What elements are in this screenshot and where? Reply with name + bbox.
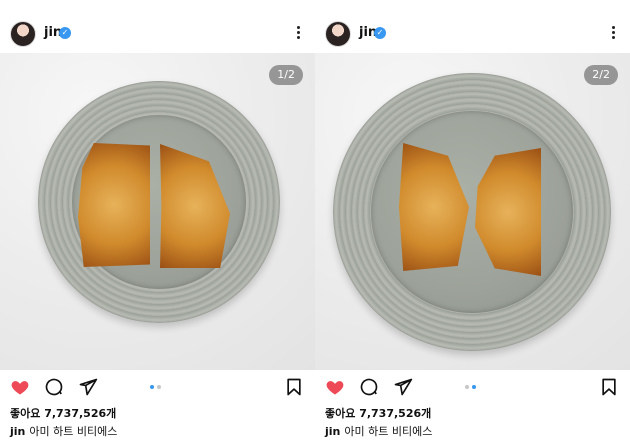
post-header: jin ✓: [315, 20, 630, 48]
profile-avatar[interactable]: [325, 21, 351, 47]
heart-icon[interactable]: [325, 377, 345, 397]
verified-badge-icon: ✓: [374, 27, 386, 39]
carousel-dot-2: [472, 385, 476, 389]
likes-count[interactable]: 좋아요 7,737,526개: [325, 405, 431, 421]
bookmark-icon[interactable]: [284, 377, 304, 397]
post-card: jin ✓ 1/2 좋아요 7,737,526개 jin 아미 하트 비티에스: [0, 0, 315, 440]
post-feed: jin ✓ 1/2 좋아요 7,737,526개 jin 아미 하트 비티에스 …: [0, 0, 630, 440]
likes-count[interactable]: 좋아요 7,737,526개: [10, 405, 116, 421]
action-bar: [0, 374, 315, 400]
verified-badge-icon: ✓: [59, 27, 71, 39]
caption-username[interactable]: jin: [10, 425, 25, 438]
post-header: jin ✓: [0, 20, 315, 48]
heart-icon[interactable]: [10, 377, 30, 397]
caption: jin 아미 하트 비티에스: [325, 423, 432, 439]
slide-counter: 2/2: [584, 65, 618, 85]
caption-username[interactable]: jin: [325, 425, 340, 438]
more-icon[interactable]: [295, 24, 301, 42]
profile-avatar[interactable]: [10, 21, 36, 47]
comment-icon[interactable]: [44, 377, 64, 397]
carousel-dot-2: [157, 385, 161, 389]
carousel-dots: [465, 385, 479, 389]
caption-text: 아미 하트 비티에스: [29, 425, 118, 438]
caption-text: 아미 하트 비티에스: [344, 425, 433, 438]
carousel-dot-1: [465, 385, 469, 389]
post-photo[interactable]: 1/2: [0, 53, 315, 370]
bookmark-icon[interactable]: [599, 377, 619, 397]
toast-left: [78, 143, 150, 267]
action-bar: [315, 374, 630, 400]
more-icon[interactable]: [610, 24, 616, 42]
carousel-dot-1: [150, 385, 154, 389]
post-card: jin ✓ 2/2 좋아요 7,737,526개 jin 아미 하트 비티에스: [315, 0, 630, 440]
comment-icon[interactable]: [359, 377, 379, 397]
share-icon[interactable]: [78, 377, 98, 397]
slide-counter: 1/2: [269, 65, 303, 85]
post-photo[interactable]: 2/2: [315, 53, 630, 370]
caption: jin 아미 하트 비티에스: [10, 423, 117, 439]
carousel-dots: [150, 385, 164, 389]
share-icon[interactable]: [393, 377, 413, 397]
